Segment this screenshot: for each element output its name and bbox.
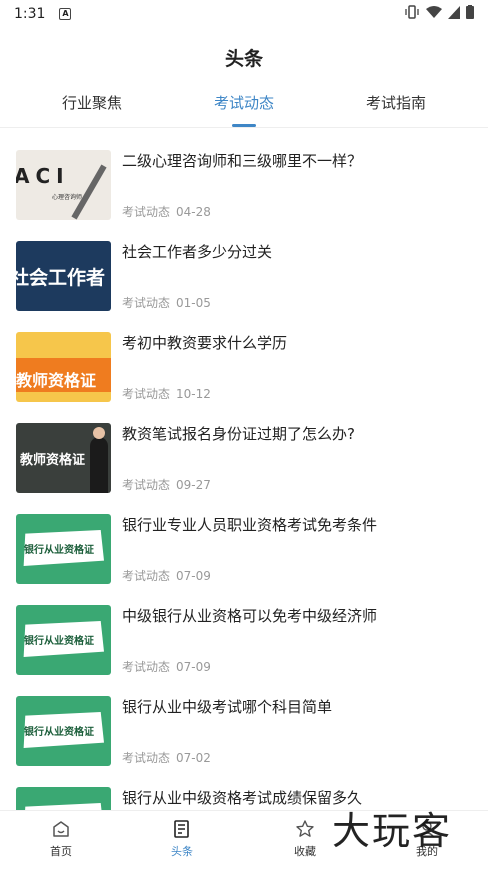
list-item[interactable]: 教师资格证 教资笔试报名身份证过期了怎么办? 考试动态 09-27 [0,423,488,503]
article-meta: 考试动态 07-09 [122,658,211,675]
nav-home[interactable]: 首页 [31,819,91,859]
article-category: 考试动态 [122,296,171,310]
thumbnail-text: 社会工作者 [16,267,106,289]
thumbnail-subtext: 心理咨询师 [52,194,83,201]
list-item[interactable]: 银行从业资格证 中级银行从业资格可以免考中级经济师 考试动态 07-09 [0,605,488,685]
article-date: 04-28 [176,205,211,219]
article-category: 考试动态 [122,387,171,401]
article-thumbnail: 社会工作者 [16,241,111,311]
article-title: 教资笔试报名身份证过期了怎么办? [122,425,355,443]
article-thumbnail: 教师资格证 [16,423,111,493]
list-item[interactable]: 教师资格证 考初中教资要求什么学历 考试动态 10-12 [0,332,488,412]
thumbnail-text: 教师资格证 [20,453,86,468]
tab-exam-guide[interactable]: 考试指南 [336,92,456,113]
thumbnail-text: 银行从业资格证 [24,727,94,738]
list-item[interactable]: 银行从业资格证 银行业专业人员职业资格考试免考条件 考试动态 07-09 [0,514,488,594]
article-meta: 考试动态 04-28 [122,203,211,220]
article-title: 二级心理咨询师和三级哪里不一样？ [122,152,363,170]
watermark-text: 大玩客 [332,809,453,853]
status-bar: 1:31 A [0,0,488,28]
article-title: 银行从业中级考试哪个科目简单 [122,698,333,716]
active-tab-indicator [232,124,256,127]
nav-favorites[interactable]: 收藏 [275,819,335,859]
article-category: 考试动态 [122,751,171,765]
nav-home-label: 首页 [50,845,72,858]
article-thumbnail: 银行从业资格证 [16,605,111,675]
tab-exam-news[interactable]: 考试动态 [184,92,304,113]
article-date: 10-12 [176,387,211,401]
nav-news-label: 头条 [171,845,193,858]
article-thumbnail: 银行从业资格证 [16,514,111,584]
star-icon [275,819,335,839]
status-time: 1:31 [14,6,46,22]
article-meta: 考试动态 09-27 [122,476,211,493]
article-meta: 考试动态 07-02 [122,749,211,766]
article-title: 社会工作者多少分过关 [122,243,273,261]
article-date: 09-27 [176,478,211,492]
news-icon [152,819,212,839]
wifi-icon [426,5,442,23]
thumbnail-text: 银行从业资格证 [24,636,94,647]
article-title: 银行业专业人员职业资格考试免考条件 [122,516,378,534]
notification-badge-icon: A [59,8,72,20]
article-thumbnail: ACI 心理咨询师 [16,150,111,220]
signal-icon [448,5,460,23]
nav-news[interactable]: 头条 [152,819,212,859]
article-meta: 考试动态 07-09 [122,567,211,584]
article-meta: 考试动态 01-05 [122,294,211,311]
list-item[interactable]: 银行从业资格证 银行从业中级考试哪个科目简单 考试动态 07-02 [0,696,488,776]
article-meta: 考试动态 10-12 [122,385,211,402]
thumbnail-text: 银行从业资格证 [24,545,94,556]
tab-industry-focus[interactable]: 行业聚焦 [32,92,152,113]
article-category: 考试动态 [122,660,171,674]
thumbnail-text: ACI [16,164,70,188]
article-date: 07-09 [176,569,211,583]
nav-favorites-label: 收藏 [294,845,316,858]
teacher-graphic [90,437,108,493]
article-thumbnail: 教师资格证 [16,332,111,402]
article-category: 考试动态 [122,569,171,583]
page-title: 头条 [224,48,263,70]
article-date: 07-09 [176,660,211,674]
home-icon [31,819,91,839]
article-category: 考试动态 [122,478,171,492]
article-title: 考初中教资要求什么学历 [122,334,288,352]
teacher-head-graphic [93,427,105,439]
list-item[interactable]: ACI 心理咨询师 二级心理咨询师和三级哪里不一样？ 考试动态 04-28 [0,150,488,230]
tab-bar: 行业聚焦 考试动态 考试指南 [0,88,488,128]
list-item[interactable]: 社会工作者 社会工作者多少分过关 考试动态 01-05 [0,241,488,321]
thumbnail-text: 教师资格证 [16,371,97,390]
vibrate-icon [404,5,420,23]
article-date: 07-02 [176,751,211,765]
article-category: 考试动态 [122,205,171,219]
article-thumbnail: 银行从业资格证 [16,696,111,766]
battery-icon [466,5,474,23]
article-date: 01-05 [176,296,211,310]
article-title: 中级银行从业资格可以免考中级经济师 [122,607,378,625]
article-title: 银行从业中级资格考试成绩保留多久 [122,789,363,807]
